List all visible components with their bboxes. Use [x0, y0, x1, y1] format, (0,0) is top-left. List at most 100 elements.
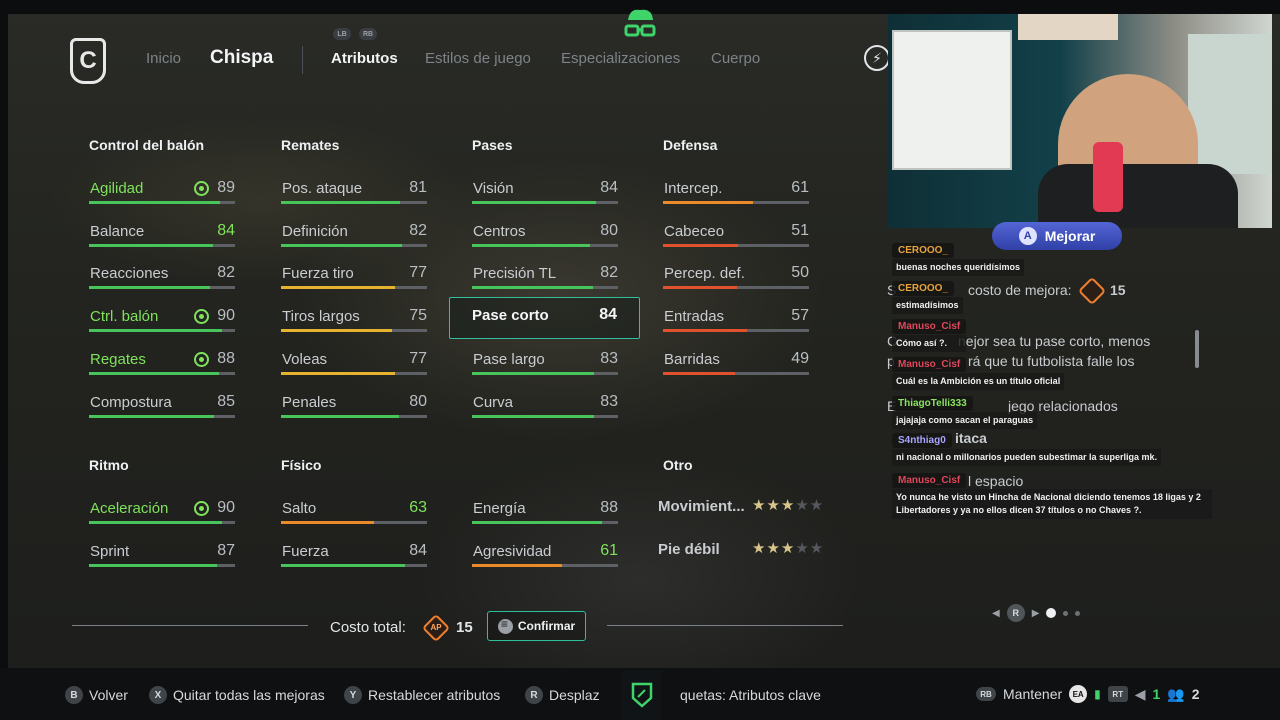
attribute-bar-track	[472, 414, 618, 418]
attribute-bar-fill	[472, 564, 562, 567]
page-indicator[interactable]: ◀ R ▶	[992, 604, 1081, 622]
poster	[1018, 14, 1118, 40]
lightning-icon[interactable]: ⚡	[864, 45, 890, 71]
attribute-fuerza[interactable]: Fuerza 84	[281, 542, 429, 577]
attribute-compostura[interactable]: Compostura 85	[89, 392, 237, 428]
attribute-fuerza-tiro[interactable]: Fuerza tiro 77	[281, 264, 429, 299]
attribute-agilidad[interactable]: Agilidad 89	[89, 179, 237, 214]
attribute-centros[interactable]: Centros 80	[472, 222, 620, 257]
attribute-value: 87	[217, 542, 235, 559]
attribute-value: 81	[409, 179, 427, 196]
chat-username: CEROOO_	[892, 243, 955, 258]
attribute-name: Movimient...	[658, 498, 745, 515]
attribute-bar-track	[663, 201, 809, 204]
rb-bumper-icon: RB	[359, 28, 377, 40]
attribute-name: Pase corto	[472, 307, 549, 324]
attribute-name: Sprint	[90, 543, 130, 560]
tab-estilos-de-juego[interactable]: Estilos de juego	[425, 50, 531, 67]
attribute-name: Definición	[282, 222, 348, 240]
chat-username: Manuso_Cisf	[892, 473, 967, 488]
attribute-bar-fill	[89, 286, 210, 290]
attribute-pie-debil[interactable]: Pie débil ★★★★★	[658, 540, 828, 561]
attribute-bar-track	[281, 564, 427, 567]
total-cost-value: 15	[456, 619, 473, 636]
footer-divider-left	[72, 625, 308, 626]
chat-username: ThiagoTelli333	[892, 396, 973, 411]
attribute-tiros-largos[interactable]: Tiros largos 75	[281, 307, 429, 342]
volver-hint[interactable]: B Volver	[65, 684, 128, 706]
attribute-reacciones[interactable]: Reacciones 82	[89, 264, 237, 299]
attribute-pase-largo[interactable]: Pase largo 83	[472, 349, 620, 385]
attribute-curva[interactable]: Curva 83	[472, 393, 620, 428]
attribute-movimientos-habilidad[interactable]: Movimient... ★★★★★	[658, 497, 828, 518]
signal-icon: ▮	[1094, 687, 1101, 701]
attribute-name: Energía	[473, 500, 526, 517]
attribute-value: 50	[791, 264, 809, 282]
attribute-intercep[interactable]: Intercep. 61	[663, 179, 811, 214]
attribute-salto[interactable]: Salto 63	[281, 499, 429, 534]
attribute-visión[interactable]: Visión 84	[472, 179, 620, 214]
attribute-bar-track	[89, 201, 235, 204]
attribute-name: Entradas	[664, 308, 725, 326]
attribute-name: Salto	[282, 500, 317, 517]
attribute-bar-track	[663, 371, 809, 375]
attribute-bar-fill	[663, 371, 736, 375]
chat-username: Manuso_Cisf	[892, 319, 967, 334]
attribute-bar-fill	[281, 371, 395, 375]
attribute-value: 85	[217, 392, 235, 410]
hint-label: Quitar todas las mejoras	[173, 687, 325, 703]
attribute-aceleración[interactable]: Aceleración 90	[89, 499, 237, 534]
attribute-sprint[interactable]: Sprint 87	[89, 542, 237, 577]
attribute-definición[interactable]: Definición 82	[281, 221, 429, 257]
chat-text: jajajaja como sacan el paraguas	[892, 412, 1038, 429]
tab-inicio[interactable]: Inicio	[146, 50, 181, 67]
attribute-percep-def[interactable]: Percep. def. 50	[663, 264, 811, 299]
tab-atributos[interactable]: Atributos	[331, 50, 398, 67]
webcam-overlay	[888, 14, 1272, 228]
attribute-bar-fill	[281, 201, 401, 204]
attribute-cabeceo[interactable]: Cabeceo 51	[663, 222, 811, 257]
attribute-pos-ataque[interactable]: Pos. ataque 81	[281, 179, 429, 214]
selected-attribute-pase-corto[interactable]: Pase corto 84	[449, 297, 640, 339]
attribute-bar-fill	[281, 414, 399, 418]
attribute-value: 84	[217, 221, 235, 239]
attribute-bar-track	[281, 201, 427, 204]
etiquetas-hint[interactable]: quetas: Atributos clave	[680, 684, 821, 706]
attribute-balance[interactable]: Balance 84	[89, 221, 237, 257]
mantener-hint[interactable]: RB Mantener EA ▮ RT ◀ 1 👥 2	[976, 683, 1200, 705]
attribute-value: 83	[600, 349, 618, 367]
microphone	[1093, 142, 1123, 212]
attribute-barridas[interactable]: Barridas 49	[663, 350, 811, 385]
restablecer-hint[interactable]: Y Restablecer atributos	[344, 684, 500, 706]
shield-icon[interactable]	[622, 670, 662, 720]
nav-divider	[302, 46, 303, 74]
quitar-mejoras-hint[interactable]: X Quitar todas las mejoras	[149, 684, 325, 706]
desplazar-hint[interactable]: R Desplaz	[525, 684, 600, 706]
panel-scrollbar[interactable]	[1195, 330, 1199, 368]
attribute-name: Regates	[90, 350, 146, 368]
attribute-entradas[interactable]: Entradas 57	[663, 307, 811, 342]
attribute-bar-fill	[89, 414, 215, 418]
attribute-bar-track	[281, 521, 427, 524]
attribute-ctrl-balón[interactable]: Ctrl. balón 90	[89, 307, 237, 342]
attribute-name: Pos. ataque	[282, 180, 363, 197]
tab-especializaciones[interactable]: Especializaciones	[561, 50, 680, 67]
attribute-bar-fill	[281, 521, 374, 524]
attribute-regates[interactable]: Regates 88	[89, 350, 237, 385]
attribute-value: 82	[409, 221, 427, 239]
attribute-name: Fuerza tiro	[282, 265, 354, 283]
group-title-defensa: Defensa	[663, 137, 718, 153]
attribute-bar-fill	[89, 564, 218, 567]
attribute-bar-fill	[281, 243, 402, 247]
attribute-voleas[interactable]: Voleas 77	[281, 350, 429, 385]
attribute-agresividad[interactable]: Agresividad 61	[472, 542, 620, 577]
attribute-precisión-tl[interactable]: Precisión TL 82	[472, 264, 620, 299]
attribute-energía[interactable]: Energía 88	[472, 499, 620, 534]
tab-cuerpo[interactable]: Cuerpo	[711, 50, 760, 67]
attribute-penales[interactable]: Penales 80	[281, 393, 429, 428]
player-name-tab[interactable]: Chispa	[210, 47, 273, 69]
attribute-name: Penales	[282, 393, 337, 411]
chat-username: S4nthiag0	[892, 433, 952, 448]
ap-currency-label: AP	[430, 623, 442, 632]
confirm-button[interactable]: Confirmar	[487, 611, 586, 641]
